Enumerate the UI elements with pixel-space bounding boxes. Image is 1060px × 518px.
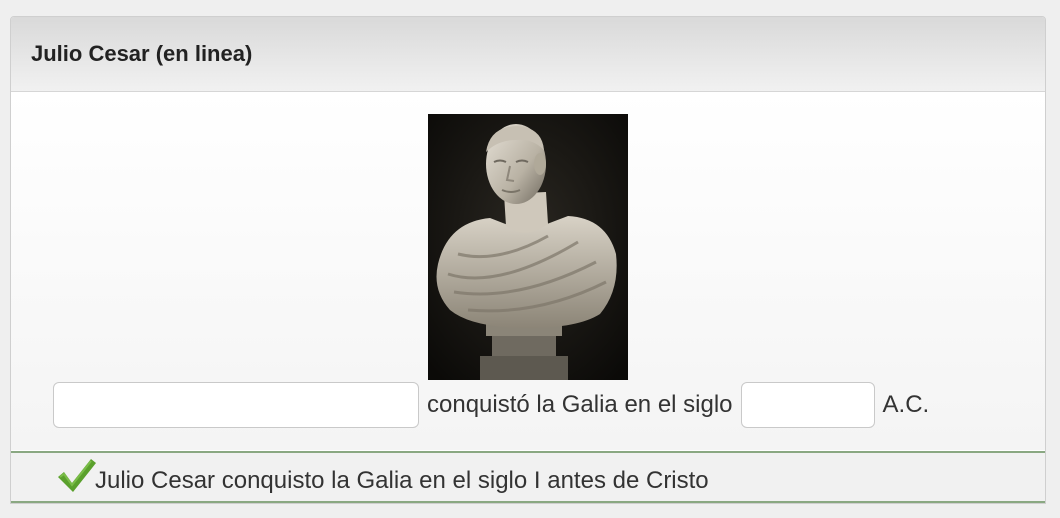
fill-in-sentence: conquistó la Galia en el siglo A.C.: [53, 381, 929, 429]
check-icon: [58, 459, 96, 492]
sentence-text-middle: conquistó la Galia en el siglo: [427, 391, 733, 418]
feedback-bar: Julio Cesar conquisto la Galia en el sig…: [11, 451, 1045, 503]
bust-illustration: [428, 114, 628, 380]
question-title: Julio Cesar (en linea): [31, 41, 253, 66]
panel-body: conquistó la Galia en el siglo A.C.: [11, 92, 1045, 450]
feedback-text: Julio Cesar conquisto la Galia en el sig…: [95, 467, 709, 494]
panel-header: Julio Cesar (en linea): [11, 17, 1045, 92]
answer-blank-1[interactable]: [53, 382, 419, 428]
caesar-bust-image: [428, 114, 628, 380]
question-panel: Julio Cesar (en linea) conquistó la Gali…: [10, 16, 1046, 504]
sentence-text-end: A.C.: [882, 391, 930, 418]
answer-blank-2[interactable]: [740, 382, 875, 428]
